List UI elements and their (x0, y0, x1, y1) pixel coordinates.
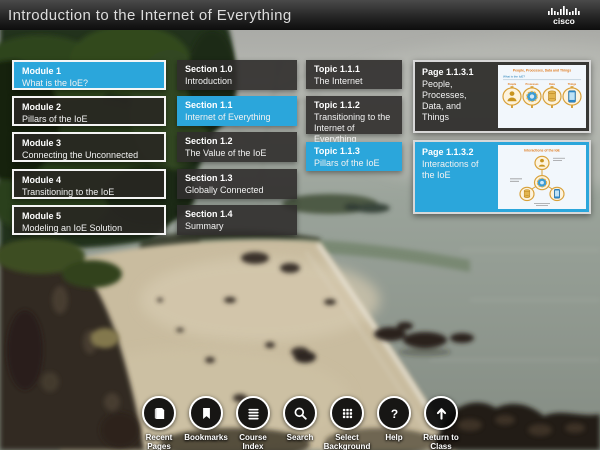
section-label: Section 1.4 (185, 209, 289, 220)
module-label: Module 5 (22, 211, 156, 222)
title-bar: Introduction to the Internet of Everythi… (0, 0, 600, 30)
topic-sublabel: Transitioning to the Internet of Everyth… (314, 112, 394, 145)
module-label: Module 1 (22, 66, 156, 77)
section-1-3-item[interactable]: Section 1.3 Globally Connected (177, 169, 297, 199)
svg-text:Data: Data (549, 83, 555, 86)
svg-text:Processes: Processes (526, 83, 540, 86)
section-sublabel: Introduction (185, 76, 289, 87)
page-thumbnail: Interactions of the IoE (498, 145, 586, 209)
section-sublabel: Internet of Everything (185, 112, 289, 123)
page-title: Introduction to the Internet of Everythi… (8, 7, 544, 24)
phone-icon (554, 189, 559, 198)
section-1-1-item[interactable]: Section 1.1 Internet of Everything (177, 96, 297, 126)
section-label: Section 1.3 (185, 173, 289, 184)
section-1-0-item[interactable]: Section 1.0 Introduction (177, 60, 297, 90)
thumb-slide-title: People, Processes, Data and Things (513, 69, 571, 73)
return-to-class-icon (424, 396, 458, 430)
search-icon (283, 396, 317, 430)
svg-text:People: People (508, 83, 517, 86)
svg-text:?: ? (390, 406, 397, 420)
topic-label: Topic 1.1.3 (314, 146, 394, 157)
module-label: Module 3 (22, 138, 156, 149)
module-2-item[interactable]: Module 2 Pillars of the IoE (12, 96, 166, 126)
module-4-item[interactable]: Module 4 Transitioning to the IoE (12, 169, 166, 199)
module-3-item[interactable]: Module 3 Connecting the Unconnected (12, 132, 166, 162)
thumb-intro-text: What is the IoE? (503, 74, 525, 78)
module-sublabel: Transitioning to the IoE (22, 187, 156, 198)
page-1-1-3-2-item[interactable]: Page 1.1.3.2 Interactions of the IoE Int… (413, 140, 591, 214)
topic-1-1-2-item[interactable]: Topic 1.1.2 Transitioning to the Interne… (306, 96, 402, 134)
topic-sublabel: The Internet (314, 76, 394, 87)
section-sublabel: Summary (185, 221, 289, 232)
svg-text:Things: Things (568, 83, 577, 86)
module-sublabel: Pillars of the IoE (22, 114, 156, 125)
module-1-item[interactable]: Module 1 What is the IoE? (12, 60, 166, 90)
page-sublabel: Interactions of the IoE (422, 159, 488, 181)
topic-label: Topic 1.1.1 (314, 64, 394, 75)
page-1-1-3-1-item[interactable]: Page 1.1.3.1 People, Processes, Data, an… (413, 60, 591, 133)
data-cylinder-icon (524, 190, 530, 198)
phone-icon (569, 91, 576, 102)
page-sublabel: People, Processes, Data, and Things (422, 79, 488, 123)
section-label: Section 1.0 (185, 64, 289, 75)
bookmarks-icon (189, 396, 223, 430)
section-sublabel: Globally Connected (185, 185, 289, 196)
process-globe-icon (527, 92, 537, 102)
recent-pages-icon (142, 396, 176, 430)
course-index-icon (236, 396, 270, 430)
page-label: Page 1.1.3.2 (422, 147, 488, 158)
section-label: Section 1.2 (185, 136, 289, 147)
module-sublabel: Modeling an IoE Solution (22, 223, 156, 234)
section-1-4-item[interactable]: Section 1.4 Summary (177, 205, 297, 235)
course-navigation-overlay: Introduction to the Internet of Everythi… (0, 0, 600, 450)
topic-1-1-1-item[interactable]: Topic 1.1.1 The Internet (306, 60, 402, 89)
thumb-slide-title: Interactions of the IoE (524, 149, 560, 153)
section-sublabel: The Value of the IoE (185, 148, 289, 159)
section-label: Section 1.1 (185, 100, 289, 111)
module-label: Module 2 (22, 102, 156, 113)
module-sublabel: Connecting the Unconnected (22, 150, 156, 161)
topic-1-1-3-item[interactable]: Topic 1.1.3 Pillars of the IoE (306, 142, 402, 171)
topic-label: Topic 1.1.2 (314, 100, 394, 111)
page-thumbnail: People, Processes, Data and Things What … (498, 65, 586, 128)
section-1-2-item[interactable]: Section 1.2 The Value of the IoE (177, 132, 297, 162)
module-sublabel: What is the IoE? (22, 78, 156, 89)
help-icon: ? (377, 396, 411, 430)
module-5-item[interactable]: Module 5 Modeling an IoE Solution (12, 205, 166, 235)
cisco-logo: cisco (544, 3, 590, 27)
data-cylinder-icon (549, 91, 556, 101)
toolbar-label: Return to Class (411, 433, 471, 450)
module-label: Module 4 (22, 175, 156, 186)
select-background-icon (330, 396, 364, 430)
topic-sublabel: Pillars of the IoE (314, 158, 394, 169)
cisco-wordmark: cisco (553, 16, 575, 26)
return-to-class-button[interactable]: Return to Class (411, 396, 471, 450)
page-label: Page 1.1.3.1 (422, 67, 488, 78)
